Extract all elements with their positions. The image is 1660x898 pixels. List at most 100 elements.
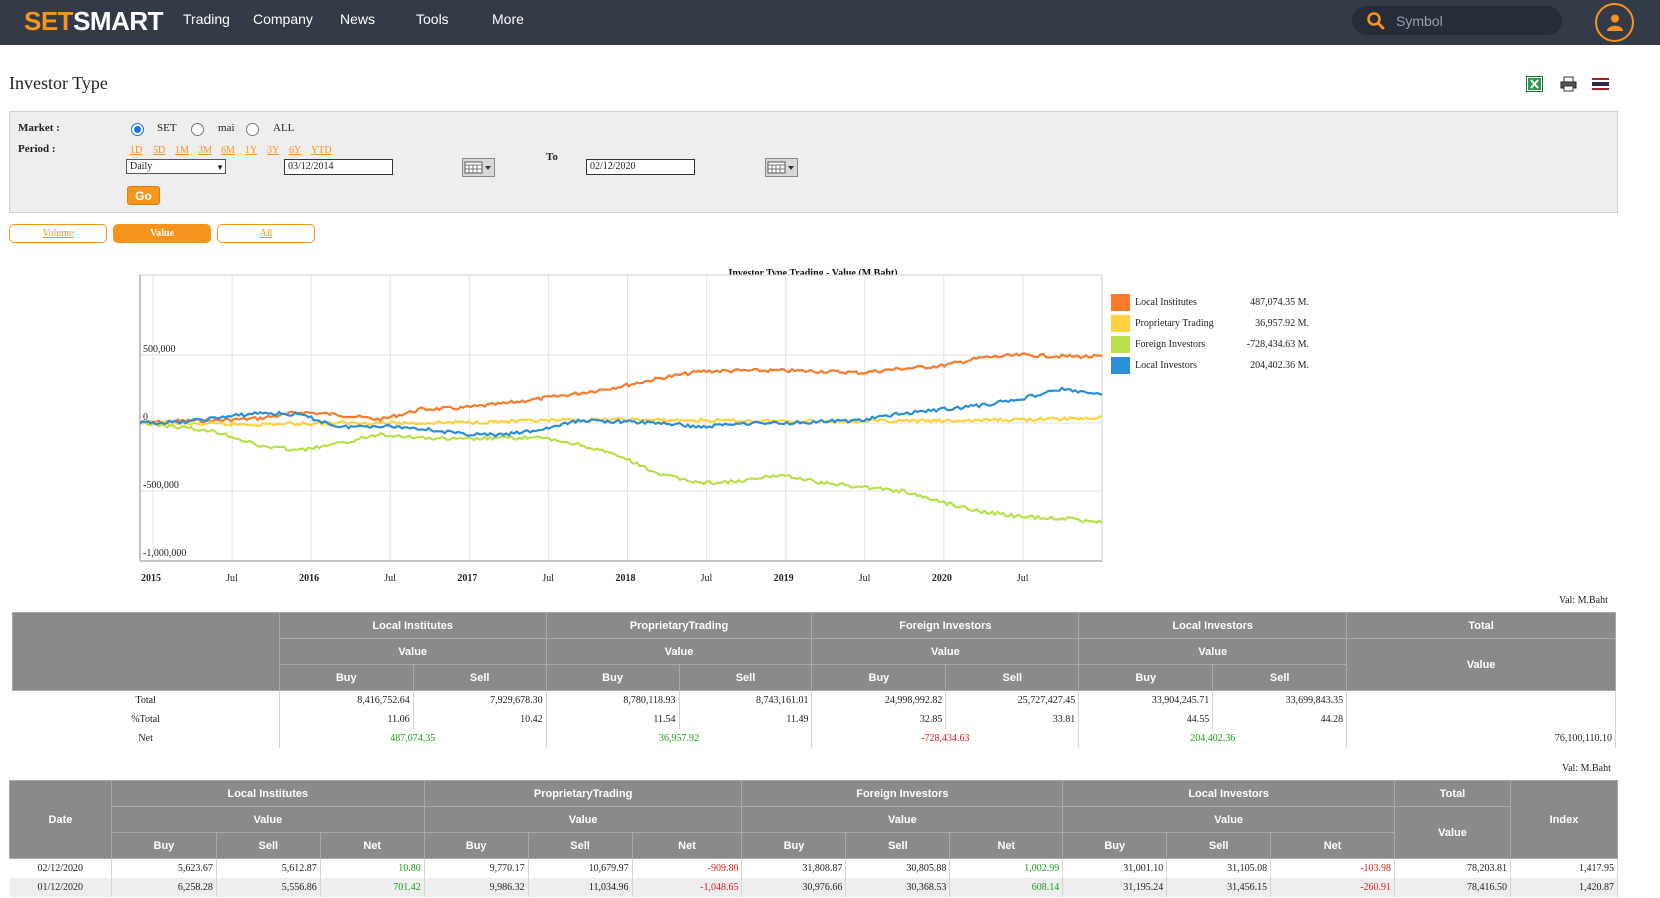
x-tick-label: 2016 [299,573,319,584]
summary-table: Local Institutes ProprietaryTrading Fore… [12,612,1616,748]
print-icon[interactable] [1560,76,1577,92]
setsmart-logo[interactable]: SETSMART [24,6,164,37]
table-cell: 8,780,118.93 [546,690,680,710]
table-cell: 1,002.99 [949,858,1064,878]
legend-label[interactable]: Local Investors [1135,360,1197,371]
legend-swatch[interactable] [1111,336,1130,353]
table-cell: -103.98 [1270,858,1396,878]
daily-group-header: Foreign Investors [741,780,1064,807]
index-cell: 1,420.87 [1510,877,1619,897]
period-label: Period : [18,143,56,155]
table-row[interactable]: 01/12/2020 6,258.28 5,556.86 701.42 9,986.32… [9,877,1619,897]
table-cell: 10.80 [320,858,425,878]
table-cell: 33,904,245.71 [1078,690,1214,710]
market-radio-mai[interactable] [191,123,204,136]
daily-group-header: Total [1394,780,1511,807]
x-tick-label: Jul [859,573,871,584]
y-tick-label: -1,000,000 [143,548,186,559]
sell-header: Sell [678,664,813,691]
summary-sub-header: Value [1078,638,1348,665]
logo-set: SET [24,6,74,36]
summary-group-header: Local Investors [1078,612,1348,639]
to-date-input[interactable]: 02/12/2020 [586,159,695,175]
to-calendar-button[interactable] [765,158,798,177]
legend-value: 36,957.92 M. [1255,318,1309,329]
legend-label[interactable]: Foreign Investors [1135,339,1205,350]
table-cell: 30,368.53 [845,877,951,897]
table-cell: -909.80 [632,858,743,878]
buy-header: Buy [811,664,947,691]
daily-sub-header: Value [1062,806,1396,833]
summary-group-header: Local Institutes [278,612,547,639]
legend-swatch[interactable] [1111,315,1130,332]
buy-header: Buy [423,832,529,859]
table-cell: 5,612.87 [216,858,321,878]
table-cell: 10.42 [413,709,547,729]
table-cell: 11.54 [546,709,680,729]
legend-swatch[interactable] [1111,357,1130,374]
nav-trading[interactable]: Trading [183,11,230,27]
table-cell [1346,709,1616,729]
daily-group-header: Local Investors [1062,780,1396,807]
net-header: Net [1270,832,1396,859]
tab-all[interactable]: All [217,224,315,243]
frequency-select[interactable]: Daily ▼ [126,159,226,174]
nav-more[interactable]: More [492,11,524,27]
y-tick-label: 0 [143,412,148,423]
period-1m[interactable]: 1M [175,145,189,156]
legend-label[interactable]: Proprietary Trading [1135,318,1214,329]
market-radio-all[interactable] [246,123,259,136]
daily-sub-header: Value [741,806,1064,833]
period-5d[interactable]: 5D [153,145,165,156]
nav-news[interactable]: News [340,11,375,27]
thai-language-flag-icon[interactable] [1592,76,1609,92]
market-mai-label: mai [218,122,235,134]
net-value: 487,074.35 [279,728,547,748]
table-cell: 32.85 [811,709,947,729]
legend-swatch[interactable] [1111,294,1130,311]
table-cell: -260.91 [1270,877,1396,897]
table-row: Total 8,416,752.64 7,929,678.30 8,780,118.9… [12,690,1616,710]
excel-export-icon[interactable] [1526,76,1543,92]
period-1d[interactable]: 1D [130,145,142,156]
buy-header: Buy [741,832,847,859]
daily-unit-label: Val: M.Baht [1562,763,1611,774]
symbol-search-input[interactable] [1396,12,1546,30]
row-label: Net [12,728,280,748]
period-6m[interactable]: 6M [221,145,235,156]
buy-header: Buy [278,664,414,691]
period-6y[interactable]: 6Y [289,145,301,156]
table-row[interactable]: 02/12/2020 5,623.67 5,612.87 10.80 9,770.17 1… [9,858,1619,878]
x-tick-label: Jul [542,573,554,584]
table-cell [1346,690,1616,710]
user-avatar-button[interactable] [1595,3,1634,42]
period-1y[interactable]: 1Y [245,145,257,156]
period-3y[interactable]: 3Y [267,145,279,156]
table-cell: 25,727,427.45 [945,690,1080,710]
from-date-input[interactable]: 03/12/2014 [284,159,393,175]
legend-label[interactable]: Local Institutes [1135,297,1197,308]
summary-sub-header: Value [811,638,1080,665]
to-label: To [546,151,558,163]
sell-header: Sell [527,832,633,859]
summary-group-header: ProprietaryTrading [545,612,813,639]
total-cell: 78,203.81 [1394,858,1511,878]
go-button[interactable]: Go [127,186,160,205]
nav-company[interactable]: Company [253,11,313,27]
nav-tools[interactable]: Tools [416,11,449,27]
table-cell: 33,699,843.35 [1212,690,1348,710]
from-calendar-button[interactable] [462,158,495,177]
period-ytd[interactable]: YTD [311,145,332,156]
table-cell: 701.42 [320,877,425,897]
symbol-search[interactable] [1352,6,1562,35]
market-radio-set[interactable] [131,123,144,136]
tab-volume[interactable]: Volume [9,224,107,243]
date-cell: 01/12/2020 [9,877,112,897]
period-3m[interactable]: 3M [198,145,212,156]
page-title: Investor Type [9,73,108,93]
table-cell: 30,805.88 [845,858,951,878]
chevron-down-icon: ▼ [216,163,224,172]
tab-value[interactable]: Value [113,224,211,243]
summary-unit-label: Val: M.Baht [1559,595,1608,606]
legend-value: 204,402.36 M. [1250,360,1309,371]
